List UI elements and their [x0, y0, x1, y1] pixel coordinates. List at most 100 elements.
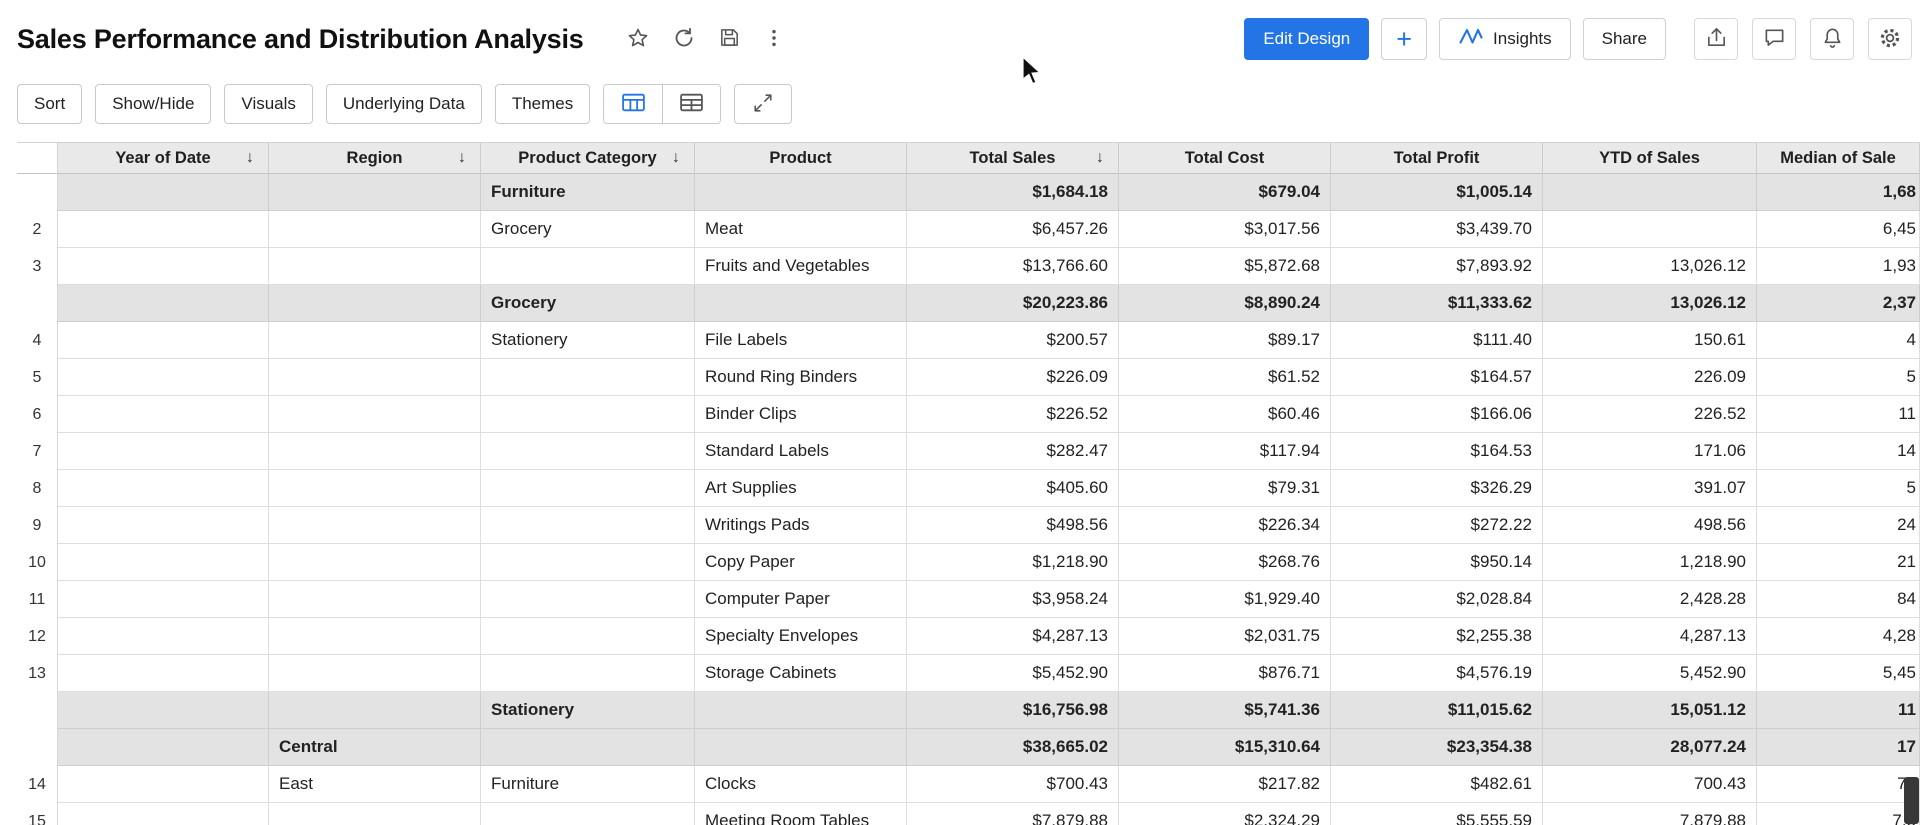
cell-profit[interactable]: $164.53 [1331, 433, 1543, 470]
cell-profit[interactable]: $164.57 [1331, 359, 1543, 396]
cell-profit[interactable]: $11,333.62 [1331, 285, 1543, 322]
share-button[interactable]: Share [1583, 18, 1666, 60]
cell-year[interactable] [58, 803, 269, 825]
cell-region[interactable] [269, 803, 481, 825]
cell-category[interactable] [481, 618, 695, 655]
cell-cost[interactable]: $1,929.40 [1119, 581, 1331, 618]
cell-product[interactable]: Art Supplies [695, 470, 907, 507]
cell-year[interactable] [58, 433, 269, 470]
sort-arrow-icon[interactable]: ↓ [458, 149, 466, 167]
cell-product[interactable] [695, 174, 907, 211]
cell-category[interactable]: Grocery [481, 211, 695, 248]
cell-median[interactable]: 4,28 [1757, 618, 1920, 655]
cell-ytd[interactable]: 226.52 [1543, 396, 1757, 433]
cell-ytd[interactable]: 498.56 [1543, 507, 1757, 544]
cell-ytd[interactable]: 5,452.90 [1543, 655, 1757, 692]
cell-sales[interactable]: $226.52 [907, 396, 1119, 433]
cell-region[interactable] [269, 248, 481, 285]
cell-median[interactable]: 1,93 [1757, 248, 1920, 285]
sort-button[interactable]: Sort [17, 84, 82, 124]
cell-product[interactable]: Fruits and Vegetables [695, 248, 907, 285]
vertical-scrollbar-thumb[interactable] [1904, 777, 1919, 824]
summary-row[interactable]: Stationery$16,756.98$5,741.36$11,015.621… [17, 692, 1920, 729]
table-view-button[interactable] [604, 85, 662, 123]
cell-product[interactable]: Meeting Room Tables [695, 803, 907, 825]
table-row[interactable]: 4StationeryFile Labels$200.57$89.17$111.… [17, 322, 1920, 359]
cell-product[interactable] [695, 729, 907, 766]
cell-product[interactable]: Storage Cabinets [695, 655, 907, 692]
cell-year[interactable] [58, 211, 269, 248]
cell-product[interactable] [695, 692, 907, 729]
cell-region[interactable] [269, 507, 481, 544]
cell-product[interactable]: Writings Pads [695, 507, 907, 544]
cell-product[interactable]: Standard Labels [695, 433, 907, 470]
cell-median[interactable]: 5 [1757, 470, 1920, 507]
cell-region[interactable] [269, 655, 481, 692]
cell-median[interactable]: 11 [1757, 396, 1920, 433]
cell-sales[interactable]: $498.56 [907, 507, 1119, 544]
cell-product[interactable]: File Labels [695, 322, 907, 359]
cell-cost[interactable]: $679.04 [1119, 174, 1331, 211]
cell-region[interactable] [269, 211, 481, 248]
cell-cost[interactable]: $5,741.36 [1119, 692, 1331, 729]
cell-category[interactable]: Stationery [481, 322, 695, 359]
cell-year[interactable] [58, 729, 269, 766]
cell-product[interactable]: Meat [695, 211, 907, 248]
cell-category[interactable] [481, 507, 695, 544]
cell-sales[interactable]: $16,756.98 [907, 692, 1119, 729]
table-row[interactable]: 15Meeting Room Tables$7,879.88$2,324.29$… [17, 803, 1920, 825]
cell-category[interactable] [481, 396, 695, 433]
cell-ytd[interactable]: 7,879.88 [1543, 803, 1757, 825]
more-options-button[interactable] [763, 27, 785, 52]
cell-region[interactable] [269, 470, 481, 507]
cell-year[interactable] [58, 581, 269, 618]
summary-row[interactable]: Grocery$20,223.86$8,890.24$11,333.6213,0… [17, 285, 1920, 322]
cell-profit[interactable]: $4,576.19 [1331, 655, 1543, 692]
summary-view-button[interactable] [662, 85, 720, 123]
cell-sales[interactable]: $6,457.26 [907, 211, 1119, 248]
cell-ytd[interactable]: 2,428.28 [1543, 581, 1757, 618]
table-row[interactable]: 11Computer Paper$3,958.24$1,929.40$2,028… [17, 581, 1920, 618]
cell-cost[interactable]: $2,324.29 [1119, 803, 1331, 825]
cell-cost[interactable]: $15,310.64 [1119, 729, 1331, 766]
cell-cost[interactable]: $60.46 [1119, 396, 1331, 433]
table-row[interactable]: 12Specialty Envelopes$4,287.13$2,031.75$… [17, 618, 1920, 655]
cell-year[interactable] [58, 618, 269, 655]
expand-button[interactable] [734, 84, 792, 124]
cell-product[interactable]: Specialty Envelopes [695, 618, 907, 655]
cell-region[interactable] [269, 396, 481, 433]
cell-ytd[interactable]: 15,051.12 [1543, 692, 1757, 729]
cell-median[interactable]: 11 [1757, 692, 1920, 729]
cell-profit[interactable]: $23,354.38 [1331, 729, 1543, 766]
cell-cost[interactable]: $89.17 [1119, 322, 1331, 359]
cell-product[interactable]: Computer Paper [695, 581, 907, 618]
cell-median[interactable]: 5,45 [1757, 655, 1920, 692]
cell-profit[interactable]: $111.40 [1331, 322, 1543, 359]
table-row[interactable]: 3Fruits and Vegetables$13,766.60$5,872.6… [17, 248, 1920, 285]
cell-median[interactable]: 21 [1757, 544, 1920, 581]
cell-cost[interactable]: $217.82 [1119, 766, 1331, 803]
cell-region[interactable] [269, 433, 481, 470]
cell-median[interactable]: 17 [1757, 729, 1920, 766]
cell-median[interactable]: 14 [1757, 433, 1920, 470]
table-row[interactable]: 5Round Ring Binders$226.09$61.52$164.572… [17, 359, 1920, 396]
cell-product[interactable]: Binder Clips [695, 396, 907, 433]
cell-region[interactable] [269, 322, 481, 359]
cell-median[interactable]: 5 [1757, 359, 1920, 396]
themes-button[interactable]: Themes [495, 84, 590, 124]
column-header-total-profit[interactable]: Total Profit [1331, 143, 1543, 174]
cell-ytd[interactable]: 13,026.12 [1543, 285, 1757, 322]
sort-arrow-icon[interactable]: ↓ [246, 149, 254, 167]
refresh-button[interactable] [672, 26, 696, 53]
cell-ytd[interactable]: 1,218.90 [1543, 544, 1757, 581]
cell-year[interactable] [58, 470, 269, 507]
sort-arrow-icon[interactable]: ↓ [672, 149, 680, 167]
cell-cost[interactable]: $268.76 [1119, 544, 1331, 581]
cell-product[interactable] [695, 285, 907, 322]
cell-category[interactable]: Furniture [481, 174, 695, 211]
column-header-total-cost[interactable]: Total Cost [1119, 143, 1331, 174]
cell-sales[interactable]: $3,958.24 [907, 581, 1119, 618]
cell-cost[interactable]: $226.34 [1119, 507, 1331, 544]
insights-button[interactable]: Insights [1439, 18, 1571, 60]
alert-button[interactable] [1810, 18, 1854, 60]
